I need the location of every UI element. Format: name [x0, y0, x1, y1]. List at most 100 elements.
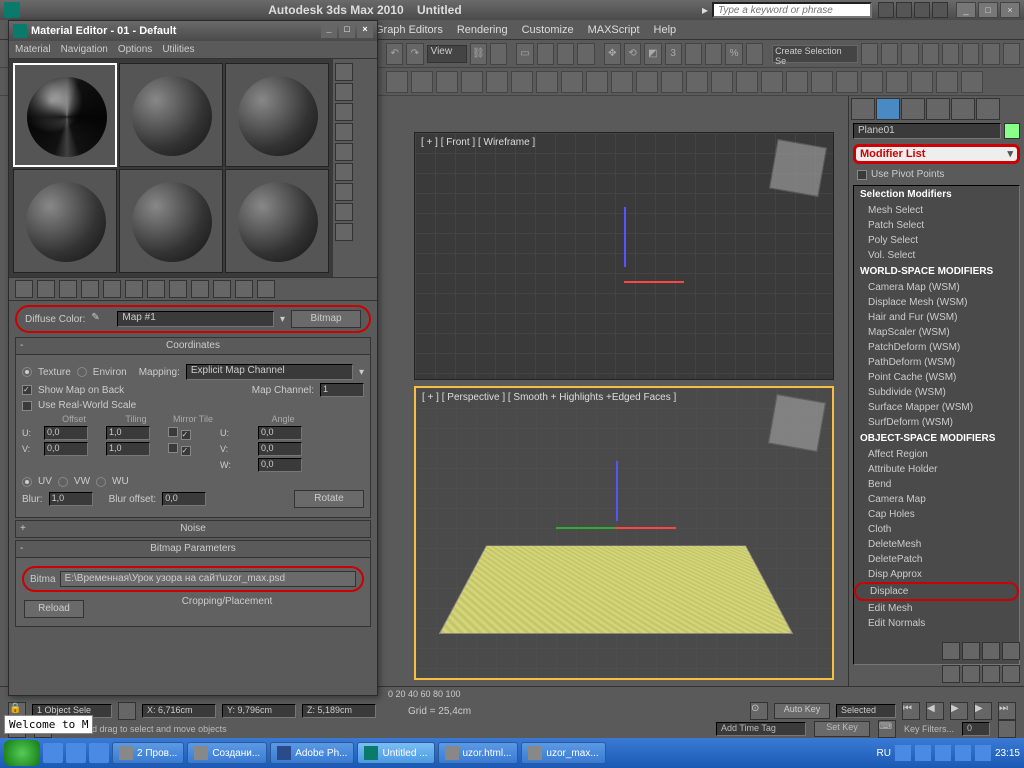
- redo-icon[interactable]: ↷: [406, 43, 423, 65]
- modifier-item-displace[interactable]: Displace: [854, 582, 1019, 601]
- pan-icon[interactable]: [962, 665, 980, 683]
- go-parent-icon[interactable]: [235, 280, 253, 298]
- u-tiling-spinner[interactable]: 1,0: [106, 426, 150, 440]
- tb2-icon[interactable]: [861, 71, 883, 93]
- tb2-icon[interactable]: [611, 71, 633, 93]
- taskbar-item[interactable]: 2 Пров...: [112, 742, 184, 764]
- tb2-icon[interactable]: [486, 71, 508, 93]
- options-icon[interactable]: [335, 183, 353, 201]
- zoom-extents-all-icon[interactable]: [1002, 642, 1020, 660]
- put-to-scene-icon[interactable]: [37, 280, 55, 298]
- object-name-field[interactable]: Plane01: [853, 123, 1001, 139]
- y-coord-field[interactable]: Y: 9,796cm: [222, 704, 296, 718]
- menu-maxscript[interactable]: MAXScript: [588, 24, 640, 36]
- taskbar-item[interactable]: uzor.html...: [438, 742, 519, 764]
- v-tiling-spinner[interactable]: 1,0: [106, 442, 150, 456]
- modifier-item[interactable]: Mesh Select: [854, 203, 1019, 218]
- real-world-checkbox[interactable]: [22, 401, 32, 411]
- modifier-item[interactable]: Camera Map (WSM): [854, 280, 1019, 295]
- select-icon[interactable]: ▭: [516, 43, 533, 65]
- material-editor-icon[interactable]: [962, 43, 979, 65]
- modifier-item[interactable]: Disp Approx: [854, 567, 1019, 582]
- material-slot-4[interactable]: [13, 169, 117, 273]
- show-end-icon[interactable]: [213, 280, 231, 298]
- tb2-icon[interactable]: [686, 71, 708, 93]
- search-input[interactable]: [712, 2, 872, 18]
- tb2-icon[interactable]: [811, 71, 833, 93]
- use-pivot-checkbox[interactable]: [857, 170, 867, 180]
- utilities-tab-icon[interactable]: [976, 98, 1000, 120]
- coordinates-rollout-head[interactable]: -Coordinates: [15, 337, 371, 355]
- render-setup-icon[interactable]: [982, 43, 999, 65]
- show-in-vp-icon[interactable]: [191, 280, 209, 298]
- plane-object[interactable]: [439, 546, 793, 634]
- tb2-icon[interactable]: [636, 71, 658, 93]
- named-selection-combo[interactable]: Create Selection Se: [772, 45, 858, 63]
- play-icon[interactable]: ▶: [950, 702, 968, 720]
- x-coord-field[interactable]: X: 6,716cm: [142, 704, 216, 718]
- tb2-icon[interactable]: [411, 71, 433, 93]
- modifier-item[interactable]: Point Cache (WSM): [854, 370, 1019, 385]
- tb2-icon[interactable]: [586, 71, 608, 93]
- unlink-icon[interactable]: [490, 43, 507, 65]
- modifier-item[interactable]: Cap Holes: [854, 507, 1019, 522]
- key-mode-icon[interactable]: ⊙: [750, 702, 768, 720]
- viewcube-icon[interactable]: [768, 394, 826, 452]
- mirror-icon[interactable]: [861, 43, 878, 65]
- show-map-checkbox[interactable]: [22, 385, 32, 395]
- tb2-icon[interactable]: [936, 71, 958, 93]
- modifier-item[interactable]: Bend: [854, 477, 1019, 492]
- tray-icon[interactable]: [915, 745, 931, 761]
- taskbar-item[interactable]: Adobe Ph...: [270, 742, 354, 764]
- mapping-dropdown-icon[interactable]: ▾: [359, 367, 364, 378]
- quicklaunch-icon[interactable]: [66, 743, 86, 763]
- menu-help[interactable]: Help: [654, 24, 677, 36]
- help-icon[interactable]: [932, 2, 948, 18]
- wu-radio[interactable]: [96, 477, 106, 487]
- modifier-item[interactable]: Subdivide (WSM): [854, 385, 1019, 400]
- modifier-item[interactable]: DeletePatch: [854, 552, 1019, 567]
- tb2-icon[interactable]: [886, 71, 908, 93]
- mat-map-nav-icon[interactable]: [335, 223, 353, 241]
- tray-icon[interactable]: [975, 745, 991, 761]
- next-frame-icon[interactable]: ▶: [974, 702, 992, 720]
- map-channel-spinner[interactable]: 1: [320, 383, 364, 397]
- maximize-button[interactable]: □: [978, 2, 998, 18]
- bitmap-path-button[interactable]: E:\Временная\Урок узора на сайт\uzor_max…: [60, 571, 356, 587]
- mat-id-icon[interactable]: [169, 280, 187, 298]
- tb2-icon[interactable]: [786, 71, 808, 93]
- modifier-dropdown-list[interactable]: Selection Modifiers Mesh Select Patch Se…: [853, 185, 1020, 665]
- texture-radio[interactable]: [22, 367, 32, 377]
- eyedropper-icon[interactable]: ✎: [91, 312, 111, 326]
- u-angle-spinner[interactable]: 0,0: [258, 426, 302, 440]
- object-color-swatch[interactable]: [1004, 123, 1020, 139]
- tb2-icon[interactable]: [661, 71, 683, 93]
- mat-minimize-button[interactable]: _: [321, 24, 337, 38]
- tb2-icon[interactable]: [836, 71, 858, 93]
- keymode-combo[interactable]: Selected: [836, 704, 896, 718]
- angle-snap-icon[interactable]: [705, 43, 722, 65]
- autokey-button[interactable]: Auto Key: [774, 703, 830, 719]
- start-button[interactable]: [4, 740, 40, 766]
- modifier-item[interactable]: Vol. Select: [854, 248, 1019, 263]
- mat-menu-material[interactable]: Material: [15, 44, 51, 55]
- tb2-icon[interactable]: [911, 71, 933, 93]
- render-icon[interactable]: [1003, 43, 1020, 65]
- sample-uv-icon[interactable]: [335, 123, 353, 141]
- create-tab-icon[interactable]: [851, 98, 875, 120]
- time-tag-button[interactable]: Add Time Tag: [716, 722, 806, 736]
- taskbar-item[interactable]: Untitled ...: [357, 742, 434, 764]
- zoom-all-icon[interactable]: [962, 642, 980, 660]
- modifier-item[interactable]: Edit Normals: [854, 616, 1019, 631]
- map-dropdown-icon[interactable]: ▾: [280, 314, 285, 325]
- modifier-item[interactable]: SurfDeform (WSM): [854, 415, 1019, 430]
- mat-menu-navigation[interactable]: Navigation: [61, 44, 108, 55]
- keyfilters-button[interactable]: Key Filters...: [904, 724, 954, 734]
- key-icon[interactable]: ⌨: [878, 720, 896, 738]
- curve-editor-icon[interactable]: [922, 43, 939, 65]
- hierarchy-tab-icon[interactable]: [901, 98, 925, 120]
- zoom-icon[interactable]: [942, 642, 960, 660]
- tool3-icon[interactable]: 3: [665, 43, 682, 65]
- map-name-combo[interactable]: Map #1: [117, 311, 274, 327]
- mat-menu-options[interactable]: Options: [118, 44, 152, 55]
